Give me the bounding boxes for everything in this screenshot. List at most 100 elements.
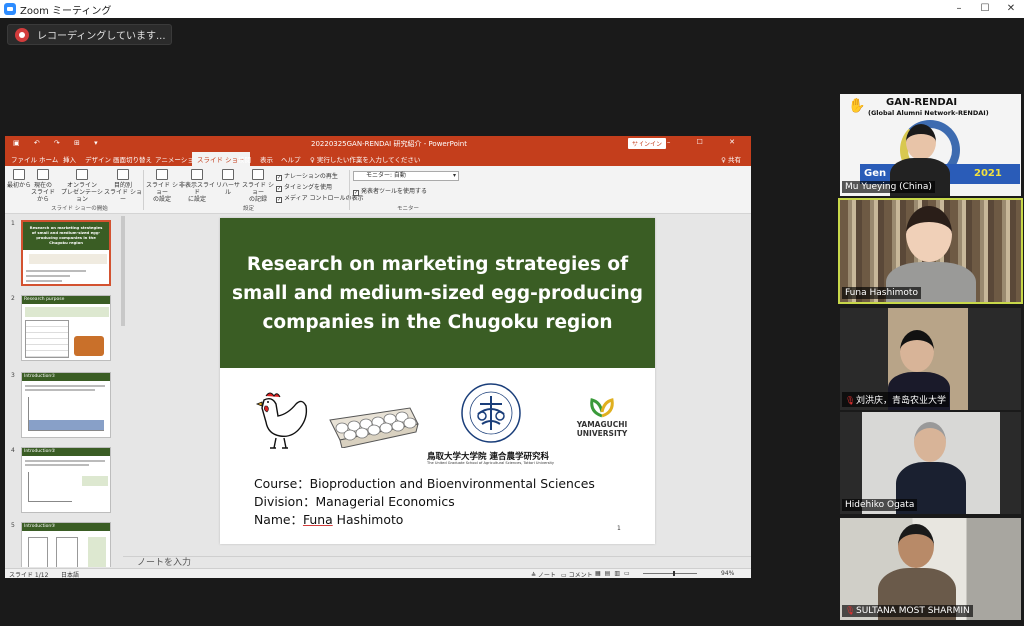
quick-access-toolbar[interactable]: ▣ ↶ ↷ ⊞ ▾ — [13, 139, 104, 147]
zoom-titlebar: Zoom ミーティング – ☐ ✕ — [0, 0, 1024, 18]
tab-home[interactable]: ホーム — [39, 154, 58, 164]
participant-video[interactable]: ✋ GAN-RENDAI (Global Alumni Network-REND… — [840, 94, 1021, 196]
view-buttons[interactable]: ▦▤▥▭ — [595, 570, 634, 577]
participant-video[interactable]: 🎙刘洪庆，青岛农业大学 — [840, 308, 1021, 410]
slide-division-line: Division：Managerial Economics — [254, 494, 455, 509]
slide-thumbnail[interactable]: Introduction③ — [21, 522, 111, 567]
banner-subtitle: (Global Alumni Network-RENDAI) — [868, 109, 989, 117]
slide-thumbnail[interactable]: Research on marketing strategies of smal… — [21, 220, 111, 286]
participant-face — [898, 524, 934, 568]
rehearse-button[interactable]: リハーサル — [216, 169, 240, 196]
banner-title: GAN-RENDAI — [886, 97, 958, 108]
group-label-monitor: モニター — [397, 206, 420, 212]
participant-name: 🎙SULTANA MOST SHARMIN — [842, 605, 973, 617]
yamaguchi-university-name: YAMAGUCHI UNIVERSITY — [576, 420, 628, 438]
ribbon-tabs: ファイル ホーム 挿入 デザイン 画面切り替え アニメーション スライド ショー… — [5, 150, 751, 168]
thumb-number: 1 — [11, 220, 15, 227]
tottori-university-name-en: The United Graduate School of Agricultur… — [427, 461, 555, 465]
tab-view[interactable]: 表示 — [260, 154, 273, 164]
checkbox-timing[interactable]: ✓ タイミングを使用 — [276, 182, 332, 192]
slide-thumbnail-pane: 1 Research on marketing strategies of sm… — [5, 214, 123, 567]
notes-toggle[interactable]: ≜ ノート — [531, 570, 556, 578]
recording-label: レコーディングしています... — [37, 31, 166, 42]
language-indicator[interactable]: 日本語 — [61, 570, 79, 578]
shared-powerpoint-window: ▣ ↶ ↷ ⊞ ▾ 20220325GAN-RENDAI 研究紹介 - Powe… — [5, 136, 751, 578]
slide-thumbnail[interactable]: Research purpose — [21, 295, 111, 361]
slide-thumbnail[interactable]: Introduction① — [21, 372, 111, 438]
tab-help[interactable]: ヘルプ — [281, 154, 301, 164]
recording-icon — [15, 27, 29, 42]
zoom-window-title: Zoom ミーティング — [20, 5, 112, 17]
tab-design[interactable]: デザイン — [85, 154, 111, 164]
participant-video[interactable]: Hidehiko Ogata — [840, 412, 1021, 514]
participant-video-active-speaker[interactable]: Funa Hashimoto — [838, 198, 1023, 304]
slide-page-number: 1 — [617, 525, 621, 532]
custom-show-button[interactable]: 目的別 スライド ショー — [103, 169, 143, 203]
close-button[interactable]: ✕ — [998, 0, 1024, 18]
participant-video[interactable]: 🎙SULTANA MOST SHARMIN — [840, 518, 1021, 620]
monitor-select[interactable]: モニター: 自動 ▾ — [353, 171, 459, 181]
group-label-start: スライド ショーの開始 — [51, 206, 108, 212]
tab-review[interactable]: 校閲 — [238, 154, 251, 164]
zoom-slider[interactable] — [643, 571, 697, 576]
chicken-illustration — [255, 392, 308, 449]
tab-transitions[interactable]: 画面切り替え — [113, 154, 152, 164]
main-slide: Research on marketing strategies of smal… — [220, 218, 655, 544]
participant-face — [906, 206, 952, 262]
checkbox-narration[interactable]: ✓ ナレーションの再生 — [276, 171, 338, 181]
slideshow-current-icon — [37, 169, 49, 180]
ppt-window-controls[interactable]: ⊡ – ☐ ✕ — [635, 138, 747, 146]
ribbon-slideshow: 最初から 現在の スライドから オンライン プレゼンテーション 目的別 スライド… — [5, 166, 751, 214]
slide-position: スライド 1/12 — [9, 572, 49, 578]
recording-indicator[interactable]: レコーディングしています... — [7, 24, 172, 45]
record-icon — [252, 169, 264, 180]
comments-toggle[interactable]: ▭ コメント — [561, 570, 593, 578]
zoom-logo-icon — [4, 3, 16, 15]
ribbon-separator — [349, 170, 350, 210]
checkbox-media-controls[interactable]: ✓ メディア コントロールの表示 — [276, 193, 364, 203]
tab-file[interactable]: ファイル — [11, 154, 37, 164]
tell-me-search[interactable]: ♀ 実行したい作業を入力してください — [310, 154, 420, 164]
hide-slide-button[interactable]: 非表示スライド に設定 — [179, 169, 215, 203]
participant-face — [914, 422, 946, 462]
tottori-university-seal — [461, 383, 521, 443]
muted-mic-icon: 🎙 — [845, 606, 856, 615]
thumb-number: 5 — [11, 522, 15, 529]
from-current-button[interactable]: 現在の スライドから — [29, 169, 57, 203]
setup-show-button[interactable]: スライド ショー の設定 — [145, 169, 179, 203]
custom-show-icon — [117, 169, 129, 180]
participant-name: Funa Hashimoto — [842, 287, 921, 299]
setup-show-icon — [156, 169, 168, 180]
thumb-number: 3 — [11, 372, 15, 379]
participant-name: Hidehiko Ogata — [842, 499, 918, 511]
minimize-button[interactable]: – — [946, 0, 972, 18]
slide-thumbnail[interactable]: Introduction② — [21, 447, 111, 513]
slide-title-banner: Research on marketing strategies of smal… — [220, 218, 655, 368]
ppt-statusbar: スライド 1/12 日本語 ≜ ノート ▭ コメント ▦▤▥▭ 94% — [5, 568, 751, 578]
group-label-setup: 設定 — [243, 206, 255, 212]
thumbnail-scrollbar[interactable] — [121, 216, 125, 326]
muted-mic-icon: 🎙 — [845, 396, 856, 405]
online-present-button[interactable]: オンライン プレゼンテーション — [61, 169, 103, 203]
record-show-button[interactable]: スライド ショー の記録 — [241, 169, 275, 203]
online-present-icon — [76, 169, 88, 180]
hide-slide-icon — [191, 169, 203, 180]
slide-name-line: Name：Funa Hashimoto — [254, 512, 404, 527]
slide-title: Research on marketing strategies of smal… — [231, 253, 644, 333]
thumb-number: 4 — [11, 447, 15, 454]
rehearse-icon — [222, 169, 234, 180]
checkbox-presenter-view[interactable]: ✓ 発表者ツールを使用する — [353, 186, 427, 196]
slide-course-line: Course：Bioproduction and Bioenvironmenta… — [254, 476, 595, 491]
tab-insert[interactable]: 挿入 — [63, 154, 76, 164]
yamaguchi-university-logo — [590, 398, 614, 418]
from-beginning-button[interactable]: 最初から — [7, 169, 31, 189]
participant-name: 🎙刘洪庆，青岛农业大学 — [842, 392, 950, 407]
share-button[interactable]: ♀ 共有 — [721, 154, 741, 164]
egg-carton-illustration — [329, 407, 419, 448]
participant-face — [906, 124, 936, 160]
participant-name: Mu Yueying (China) — [842, 181, 935, 193]
slideshow-start-icon — [13, 169, 25, 180]
thumb-number: 2 — [11, 295, 15, 302]
maximize-button[interactable]: ☐ — [972, 0, 998, 18]
zoom-level: 94% — [721, 570, 735, 577]
